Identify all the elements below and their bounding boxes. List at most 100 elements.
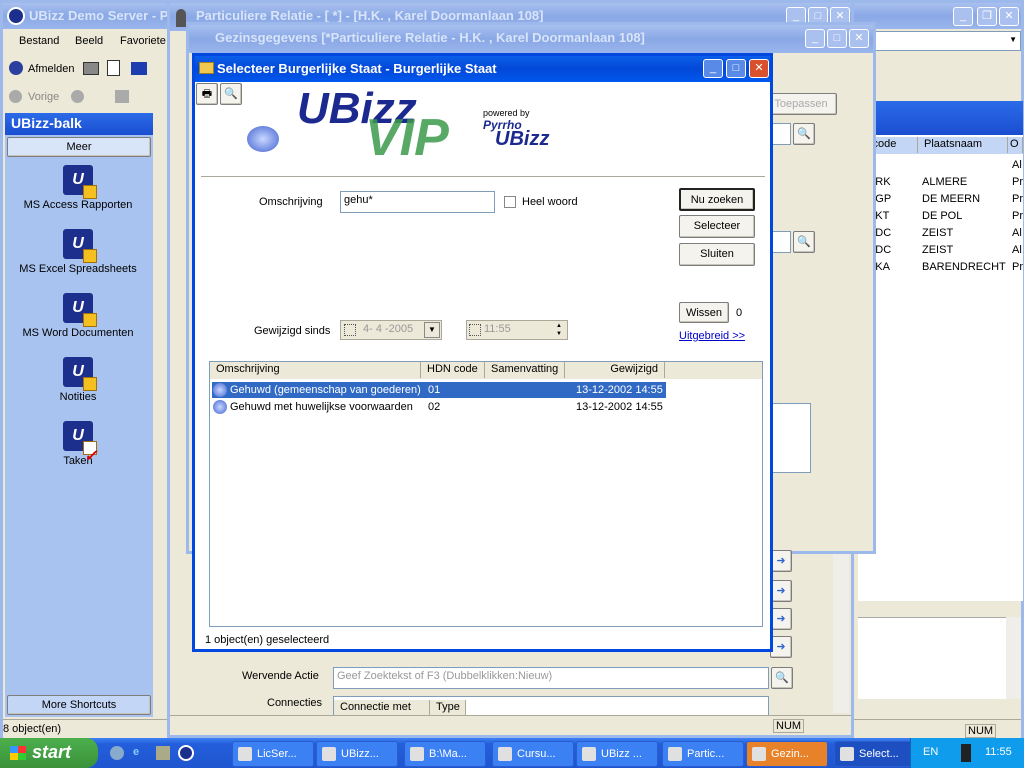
gezin-search-button-1[interactable]: 🔍 [793, 123, 815, 145]
shortcut-excel[interactable]: U MS Excel Spreadsheets [5, 229, 151, 275]
logout-button[interactable]: Afmelden [28, 63, 74, 75]
chevron-down-icon[interactable]: ▼ [424, 322, 440, 338]
gezin-search-button-2[interactable]: 🔍 [793, 231, 815, 253]
start-button[interactable]: start [0, 738, 98, 768]
time-picker[interactable]: 11:55 ▲ ▼ [466, 320, 568, 340]
list-cell: ZEIST [922, 244, 954, 256]
taskbar-button[interactable]: UBizz... [316, 741, 398, 767]
date-checkbox[interactable] [344, 324, 356, 336]
taskbar-button[interactable]: Select... [834, 741, 916, 767]
ie-icon[interactable]: e [133, 746, 147, 760]
minimize-button[interactable]: _ [953, 7, 973, 26]
back-button[interactable]: Vorige [28, 91, 59, 103]
uitgebreid-link[interactable]: Uitgebreid >> [679, 330, 745, 342]
taskbar-button[interactable]: Partic... [662, 741, 744, 767]
list-row[interactable]: 17 RKALMEREPr [860, 174, 1023, 190]
arrow-right-button-1[interactable]: ➜ [770, 550, 792, 572]
col-omschrijving[interactable]: Omschrijving [210, 362, 421, 378]
dialog-maximize-button[interactable]: □ [726, 59, 746, 78]
sidebar: UBizz-balk Meer U MS Access Rapporten U MS… [5, 113, 153, 717]
meer-button[interactable]: Meer [7, 137, 151, 157]
dialog-print-button[interactable]: 🖶 [196, 83, 218, 105]
col-connectie-met[interactable]: Connectie met [334, 700, 430, 716]
forward-icon[interactable] [71, 90, 84, 103]
arrow-right-button-4[interactable]: ➜ [770, 636, 792, 658]
quicklaunch-icon-1[interactable] [110, 746, 124, 760]
shortcut-taken[interactable]: U ✓ Taken [5, 421, 151, 467]
list-row[interactable]: 01 DCZEISTAl [860, 225, 1023, 241]
wervende-input[interactable]: Geef Zoektekst of F3 (Dubbelklikken:Nieu… [333, 667, 769, 689]
list-row[interactable]: Al [860, 157, 1023, 173]
taskbar-button[interactable]: UBizz ... [576, 741, 658, 767]
time-checkbox[interactable] [469, 324, 481, 336]
menu-beeld[interactable]: Beeld [75, 35, 103, 47]
address-dropdown[interactable]: ▼ [875, 31, 1021, 51]
dialog-close-button[interactable]: ✕ [749, 59, 769, 78]
list-cell: Pr [1012, 193, 1023, 205]
list-row[interactable]: 01 DCZEISTAl [860, 242, 1023, 258]
list-cell: ZEIST [922, 227, 954, 239]
more-shortcuts-button[interactable]: More Shortcuts [7, 695, 151, 715]
lower-pane [858, 617, 1008, 699]
arrow-right-button-2[interactable]: ➜ [770, 580, 792, 602]
cell-omschrijving: Gehuwd met huwelijkse voorwaarden [230, 401, 413, 413]
calculator-icon[interactable] [131, 62, 147, 75]
status-text: 8 object(en) [3, 723, 62, 735]
shortcut-access[interactable]: U MS Access Rapporten [5, 165, 151, 211]
list-cell: BARENDRECHT [922, 261, 1006, 273]
list-row[interactable]: 54 GPDE MEERNPr [860, 191, 1023, 207]
omschrijving-input[interactable]: gehu* [340, 191, 495, 213]
col-samenvatting[interactable]: Samenvatting [485, 362, 565, 378]
wervende-search-button[interactable]: 🔍 [771, 667, 793, 689]
shortcut-notities[interactable]: U Notities [5, 357, 151, 403]
shortcut-word[interactable]: U MS Word Documenten [5, 293, 151, 339]
list-row[interactable]: 92 KABARENDRECHTPr [860, 259, 1023, 275]
dialog-preview-button[interactable]: 🔍 [220, 83, 242, 105]
cell-omschrijving: Gehuwd (gemeenschap van goederen) [230, 384, 421, 396]
taskbar-button[interactable]: Gezin... [746, 741, 828, 767]
results-table: Omschrijving HDN code Samenvatting Gewij… [209, 361, 763, 627]
print-icon[interactable] [83, 62, 99, 75]
home-icon[interactable] [115, 90, 129, 103]
gezin-close-button[interactable]: ✕ [849, 29, 869, 48]
close-button[interactable]: ✕ [999, 7, 1019, 26]
taskbar: start e LicSer... UBizz... B:\Ma... Cursu..… [0, 738, 1024, 768]
list-cell: DE MEERN [922, 193, 981, 205]
taskbar-button[interactable]: B:\Ma... [404, 741, 486, 767]
restore-button[interactable]: ❐ [977, 7, 997, 26]
toolbar: Afmelden [3, 57, 173, 81]
quicklaunch-icon-3[interactable] [156, 746, 170, 760]
chevron-down-icon: ▼ [1009, 35, 1017, 44]
col-gewijzigd[interactable]: Gewijzigd [565, 362, 665, 378]
list-row[interactable]: 37 KTDE POLPr [860, 208, 1023, 224]
wissen-button[interactable]: Wissen [679, 302, 729, 323]
vertical-scrollbar[interactable] [1006, 617, 1021, 699]
dialog-minimize-button[interactable]: _ [703, 59, 723, 78]
nu-zoeken-button[interactable]: Nu zoeken [679, 188, 755, 211]
search-icon: 🔍 [775, 672, 789, 684]
table-row[interactable]: Gehuwd (gemeenschap van goederen) 01 13-12… [212, 382, 666, 398]
table-row[interactable]: Gehuwd met huwelijkse voorwaarden 02 13-12… [212, 399, 666, 415]
sluiten-button[interactable]: Sluiten [679, 243, 755, 266]
preview-icon[interactable] [107, 60, 120, 76]
toepassen-button[interactable]: Toepassen [765, 93, 837, 115]
col-type[interactable]: Type [430, 700, 466, 716]
ubizz-quicklaunch-icon[interactable] [178, 745, 194, 761]
taskbar-button[interactable]: LicSer... [232, 741, 314, 767]
menu-favorieten[interactable]: Favoriete [120, 35, 166, 47]
spinner-icon[interactable]: ▲ ▼ [552, 322, 566, 338]
col-hdn-code[interactable]: HDN code [421, 362, 485, 378]
taskbar-button[interactable]: Cursu... [492, 741, 574, 767]
gezin-minimize-button[interactable]: _ [805, 29, 825, 48]
selecteer-button[interactable]: Selecteer [679, 215, 755, 238]
person-icon [176, 9, 186, 27]
arrow-right-button-3[interactable]: ➜ [770, 608, 792, 630]
wissen-count: 0 [736, 307, 743, 319]
menu-bestand[interactable]: Bestand [19, 35, 59, 47]
language-indicator[interactable]: EN [923, 746, 938, 758]
heel-woord-checkbox[interactable] [504, 196, 516, 208]
col-plaatsnaam[interactable]: Plaatsnaam [918, 137, 1008, 153]
cell-gewijzigd: 13-12-2002 14:55 [576, 384, 663, 396]
col-o[interactable]: O [1008, 137, 1023, 153]
gezin-maximize-button[interactable]: □ [827, 29, 847, 48]
